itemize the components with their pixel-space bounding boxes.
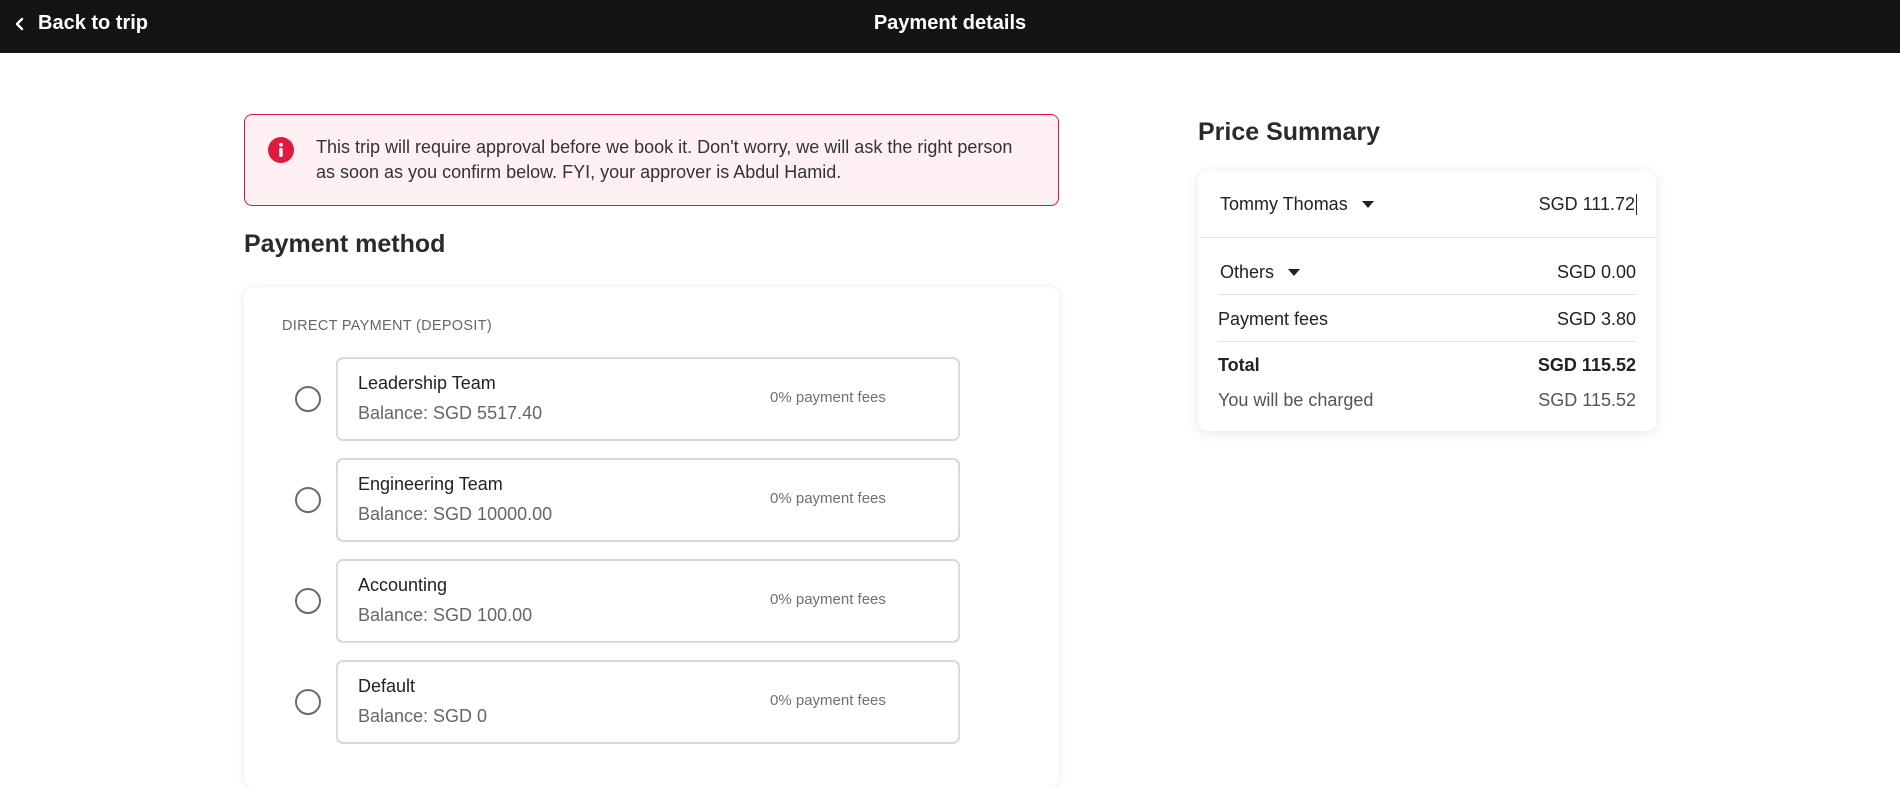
payment-fees-label: Payment fees — [1218, 309, 1329, 329]
option-fees: 0% payment fees — [770, 389, 886, 406]
total-amount: SGD 115.52 — [1537, 355, 1636, 375]
caret-down-icon — [1361, 201, 1374, 208]
page-title: Payment details — [873, 12, 1027, 34]
charged-row: You will be charged SGD 115.52 — [1218, 390, 1636, 411]
divider — [1218, 294, 1636, 295]
payment-option-accounting[interactable]: Accounting Balance: SGD 100.00 0% paymen… — [244, 559, 1059, 643]
option-box[interactable]: Engineering Team Balance: SGD 10000.00 0… — [336, 458, 960, 542]
traveller-row: Tommy Thomas SGD 111.72 — [1198, 171, 1656, 238]
option-box[interactable]: Leadership Team Balance: SGD 5517.40 0% … — [336, 357, 960, 441]
option-fees: 0% payment fees — [770, 490, 886, 507]
option-fees: 0% payment fees — [770, 692, 886, 709]
option-box[interactable]: Accounting Balance: SGD 100.00 0% paymen… — [336, 559, 960, 643]
divider — [1218, 341, 1636, 342]
alert-message: This trip will require approval before w… — [316, 137, 1013, 182]
option-name: Default — [358, 676, 416, 696]
others-dropdown[interactable]: Others — [1220, 262, 1301, 283]
payment-group-label: DIRECT PAYMENT (DEPOSIT) — [282, 318, 492, 334]
traveller-amount: SGD 111.72 — [1538, 194, 1637, 215]
payment-option-leadership-team[interactable]: Leadership Team Balance: SGD 5517.40 0% … — [244, 357, 1059, 441]
total-label: Total — [1218, 355, 1260, 375]
radio-button[interactable] — [295, 487, 321, 513]
option-box[interactable]: Default Balance: SGD 0 0% payment fees — [336, 660, 960, 744]
option-balance: Balance: SGD 100.00 — [358, 605, 533, 625]
option-fees: 0% payment fees — [770, 591, 886, 608]
others-amount: SGD 0.00 — [1556, 262, 1636, 282]
payment-fees-row: Payment fees SGD 3.80 — [1218, 309, 1636, 330]
charged-label: You will be charged — [1218, 390, 1374, 410]
radio-button[interactable] — [295, 689, 321, 715]
traveller-dropdown[interactable]: Tommy Thomas — [1220, 194, 1374, 215]
option-name: Leadership Team — [358, 373, 496, 393]
option-name: Engineering Team — [358, 474, 503, 494]
radio-button[interactable] — [295, 588, 321, 614]
price-summary-card: Tommy Thomas SGD 111.72 Others SGD 0.00 … — [1198, 171, 1656, 431]
top-bar: Back to trip Payment details — [0, 0, 1900, 53]
radio-button[interactable] — [295, 386, 321, 412]
option-balance: Balance: SGD 10000.00 — [358, 504, 553, 524]
traveller-name: Tommy Thomas — [1220, 194, 1348, 214]
charged-amount: SGD 115.52 — [1538, 390, 1636, 410]
option-balance: Balance: SGD 0 — [358, 706, 488, 726]
payment-fees-amount: SGD 3.80 — [1556, 309, 1636, 329]
price-summary-title: Price Summary — [1198, 118, 1381, 146]
payment-method-card: DIRECT PAYMENT (DEPOSIT) Leadership Team… — [244, 287, 1059, 787]
option-name: Accounting — [358, 575, 448, 595]
info-icon — [268, 137, 294, 163]
payment-option-default[interactable]: Default Balance: SGD 0 0% payment fees — [244, 660, 1059, 744]
option-balance: Balance: SGD 5517.40 — [358, 403, 543, 423]
total-row: Total SGD 115.52 — [1218, 355, 1636, 376]
others-label: Others — [1220, 262, 1275, 282]
payment-method-title: Payment method — [244, 230, 446, 258]
payment-option-engineering-team[interactable]: Engineering Team Balance: SGD 10000.00 0… — [244, 458, 1059, 542]
approval-alert: This trip will require approval before w… — [244, 114, 1059, 206]
caret-down-icon — [1288, 269, 1301, 276]
